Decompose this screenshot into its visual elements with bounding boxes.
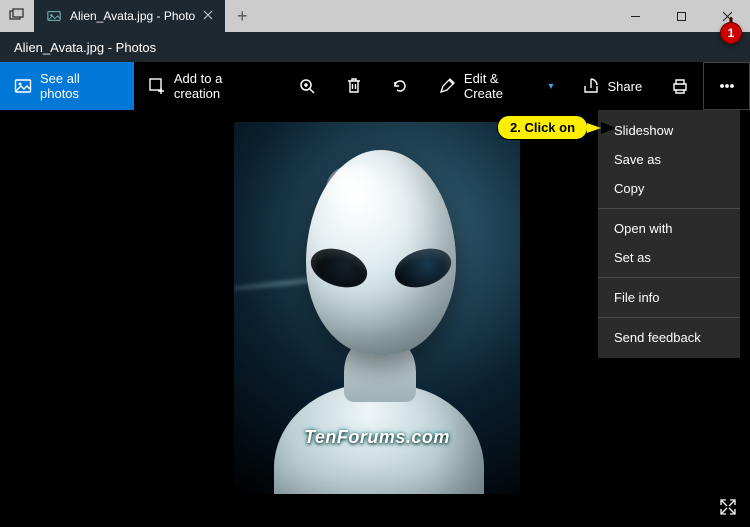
menu-item-set-as[interactable]: Set as xyxy=(598,243,740,272)
share-label: Share xyxy=(608,79,643,94)
new-tab-button[interactable]: + xyxy=(225,0,259,32)
enter-fullscreen-button[interactable] xyxy=(714,493,742,521)
menu-item-file-info[interactable]: File info xyxy=(598,283,740,312)
edit-create-label: Edit & Create xyxy=(464,71,539,101)
rotate-button[interactable] xyxy=(377,62,424,110)
zoom-button[interactable] xyxy=(283,62,330,110)
print-icon xyxy=(671,77,689,95)
more-options-menu: Slideshow Save as Copy Open with Set as … xyxy=(598,110,740,358)
app-header: Alien_Avata.jpg - Photos xyxy=(0,32,750,62)
print-button[interactable] xyxy=(656,62,703,110)
minimize-button[interactable] xyxy=(612,0,658,32)
edit-icon xyxy=(438,77,456,95)
gallery-icon xyxy=(14,77,32,95)
displayed-image: TenForums.com xyxy=(234,122,520,494)
menu-separator xyxy=(598,208,740,209)
app-header-title: Alien_Avata.jpg - Photos xyxy=(14,40,156,55)
image-watermark: TenForums.com xyxy=(234,427,520,448)
app-toolbar: See all photos Add to a creation Edit & … xyxy=(0,62,750,110)
taskview-icon[interactable] xyxy=(0,0,34,32)
rotate-icon xyxy=(391,77,409,95)
maximize-button[interactable] xyxy=(658,0,704,32)
menu-separator xyxy=(598,277,740,278)
trash-icon xyxy=(345,77,363,95)
menu-item-slideshow[interactable]: Slideshow xyxy=(598,116,740,145)
share-button[interactable]: Share xyxy=(568,62,657,110)
menu-item-open-with[interactable]: Open with xyxy=(598,214,740,243)
share-icon xyxy=(582,77,600,95)
menu-separator xyxy=(598,317,740,318)
see-all-photos-label: See all photos xyxy=(40,71,120,101)
window-tab-active[interactable]: Alien_Avata.jpg - Photo xyxy=(34,0,225,32)
zoom-icon xyxy=(298,77,316,95)
photos-app-icon xyxy=(46,8,62,24)
menu-item-save-as[interactable]: Save as xyxy=(598,145,740,174)
annotation-callout-text: 2. Click on xyxy=(497,115,588,140)
chevron-down-icon: ▾ xyxy=(548,81,553,92)
window-titlebar: Alien_Avata.jpg - Photo + xyxy=(0,0,750,32)
close-tab-icon[interactable] xyxy=(203,9,213,23)
add-creation-icon xyxy=(148,77,166,95)
annotation-step-badge: 1 xyxy=(720,22,742,44)
add-to-creation-button[interactable]: Add to a creation xyxy=(134,62,283,110)
edit-create-button[interactable]: Edit & Create ▾ xyxy=(424,62,568,110)
annotation-callout: 2. Click on xyxy=(497,115,601,140)
tab-title: Alien_Avata.jpg - Photo xyxy=(70,9,195,23)
more-options-button[interactable] xyxy=(703,62,750,110)
ellipsis-icon xyxy=(718,77,736,95)
menu-item-copy[interactable]: Copy xyxy=(598,174,740,203)
add-to-creation-label: Add to a creation xyxy=(174,71,269,101)
menu-item-send-feedback[interactable]: Send feedback xyxy=(598,323,740,352)
delete-button[interactable] xyxy=(330,62,377,110)
see-all-photos-button[interactable]: See all photos xyxy=(0,62,134,110)
